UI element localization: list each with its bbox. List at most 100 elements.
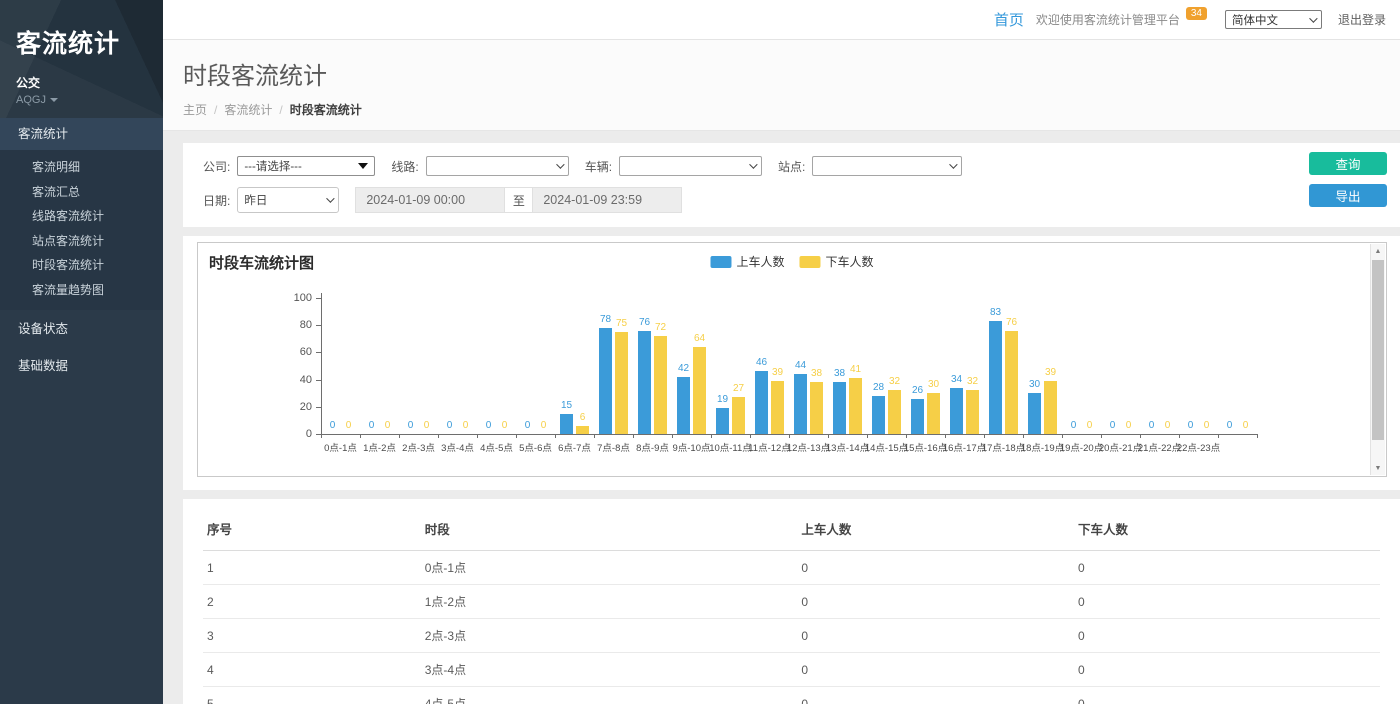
dropdown-arrow-icon <box>358 163 368 169</box>
table-row: 10点-1点00 <box>203 551 1380 585</box>
bar-alighting[interactable] <box>693 347 706 434</box>
x-tick <box>1179 434 1180 438</box>
x-category-label: 2点-3点 <box>399 440 438 454</box>
sidebar-item-0-2[interactable]: 线路客流统计 <box>0 204 163 229</box>
bar-boarding[interactable] <box>677 377 690 434</box>
company-select[interactable]: ---请选择--- <box>237 156 375 176</box>
scrollbar-thumb[interactable] <box>1372 260 1384 440</box>
bar-boarding[interactable] <box>911 399 924 434</box>
language-select[interactable]: 简体中文 <box>1225 10 1322 29</box>
bar-boarding[interactable] <box>599 328 612 434</box>
bar-boarding[interactable] <box>755 371 768 434</box>
y-tick <box>316 298 321 299</box>
bar-alighting[interactable] <box>654 336 667 434</box>
bar-alighting[interactable] <box>576 426 589 434</box>
home-link[interactable]: 首页 <box>994 9 1024 30</box>
breadcrumb-parent[interactable]: 客流统计 <box>224 103 272 117</box>
y-tick <box>316 407 321 408</box>
sidebar-item-0-4[interactable]: 时段客流统计 <box>0 253 163 278</box>
date-from-input[interactable]: 2024-01-09 00:00 <box>355 187 505 213</box>
vehicle-field: 车辆: <box>585 156 762 176</box>
logout-link[interactable]: 退出登录 <box>1338 11 1386 28</box>
date-preset-value: 昨日 <box>244 192 267 208</box>
x-category-label: 12点-13点 <box>789 440 828 454</box>
x-category-label: 9点-10点 <box>672 440 711 454</box>
table-cell-3-1: 3点-4点 <box>421 653 798 687</box>
vehicle-select[interactable] <box>619 156 762 176</box>
bar-alighting[interactable] <box>810 382 823 434</box>
bar-value-label: 76 <box>999 317 1025 328</box>
x-tick <box>906 434 907 438</box>
app-title: 客流统计 <box>16 14 147 60</box>
x-category-label: 8点-9点 <box>633 440 672 454</box>
date-to-input[interactable]: 2024-01-09 23:59 <box>532 187 682 213</box>
query-button[interactable]: 查询 <box>1309 152 1387 175</box>
y-tick-label: 0 <box>284 428 312 440</box>
chevron-down-icon <box>556 160 564 168</box>
x-category-label: 0点-1点 <box>321 440 360 454</box>
org-code: AQGJ <box>16 94 46 106</box>
x-category-label: 18点-19点 <box>1023 440 1062 454</box>
x-tick <box>438 434 439 438</box>
x-tick <box>711 434 712 438</box>
bar-alighting[interactable] <box>849 378 862 434</box>
bar-alighting[interactable] <box>927 393 940 434</box>
bar-boarding[interactable] <box>872 396 885 434</box>
bar-alighting[interactable] <box>771 381 784 434</box>
x-tick <box>1023 434 1024 438</box>
breadcrumb-separator: / <box>214 103 217 117</box>
bar-value-label: 6 <box>570 412 596 423</box>
scroll-down-icon[interactable]: ▼ <box>1371 461 1385 475</box>
x-tick <box>1062 434 1063 438</box>
sidebar-item-0-5[interactable]: 客流量趋势图 <box>0 278 163 303</box>
x-tick <box>399 434 400 438</box>
x-category-label: 1点-2点 <box>360 440 399 454</box>
sidebar-item-0-1[interactable]: 客流汇总 <box>0 180 163 205</box>
bar-boarding[interactable] <box>716 408 729 434</box>
x-category-label: 11点-12点 <box>750 440 789 454</box>
org-selector[interactable]: AQGJ <box>16 94 147 106</box>
table-cell-3-0: 4 <box>203 653 421 687</box>
bar-boarding[interactable] <box>950 388 963 434</box>
bar-alighting[interactable] <box>1044 381 1057 434</box>
station-select[interactable] <box>812 156 962 176</box>
bar-boarding[interactable] <box>989 321 1002 434</box>
table-header-row: 序号时段上车人数下车人数 <box>203 509 1380 551</box>
table-cell-1-3: 0 <box>1074 585 1380 619</box>
bar-boarding[interactable] <box>638 331 651 434</box>
bar-alighting[interactable] <box>1005 331 1018 434</box>
sidebar-menu: 客流统计客流明细客流汇总线路客流统计站点客流统计时段客流统计客流量趋势图设备状态… <box>0 118 163 384</box>
sidebar-section-2[interactable]: 基础数据 <box>0 349 163 384</box>
export-button[interactable]: 导出 <box>1309 184 1387 207</box>
y-tick-label: 100 <box>284 292 312 304</box>
bar-alighting[interactable] <box>615 332 628 434</box>
scroll-up-icon[interactable]: ▲ <box>1371 244 1385 258</box>
breadcrumb-home[interactable]: 主页 <box>183 103 207 117</box>
y-tick <box>316 352 321 353</box>
x-tick <box>789 434 790 438</box>
x-tick <box>984 434 985 438</box>
bar-alighting[interactable] <box>888 390 901 434</box>
sidebar-section-0[interactable]: 客流统计 <box>0 118 163 150</box>
breadcrumb-separator: / <box>279 103 282 117</box>
y-tick-label: 80 <box>284 319 312 331</box>
chevron-down-icon <box>1309 14 1317 22</box>
x-tick <box>867 434 868 438</box>
bar-boarding[interactable] <box>833 382 846 434</box>
station-label: 站点: <box>778 158 805 175</box>
sidebar-section-1[interactable]: 设备状态 <box>0 312 163 347</box>
chart-scrollbar[interactable]: ▲ ▼ <box>1370 244 1385 475</box>
sidebar-item-0-0[interactable]: 客流明细 <box>0 155 163 180</box>
bar-alighting[interactable] <box>966 390 979 434</box>
bar-alighting[interactable] <box>732 397 745 434</box>
line-select[interactable] <box>426 156 569 176</box>
bar-boarding[interactable] <box>1028 393 1041 434</box>
date-preset-select[interactable]: 昨日 <box>237 187 339 213</box>
table-cell-2-0: 3 <box>203 619 421 653</box>
y-tick <box>316 325 321 326</box>
x-tick <box>1218 434 1219 438</box>
sidebar-item-0-3[interactable]: 站点客流统计 <box>0 229 163 254</box>
notification-badge[interactable]: 34 <box>1186 7 1207 20</box>
date-separator: 至 <box>505 187 532 213</box>
bar-boarding[interactable] <box>794 374 807 434</box>
